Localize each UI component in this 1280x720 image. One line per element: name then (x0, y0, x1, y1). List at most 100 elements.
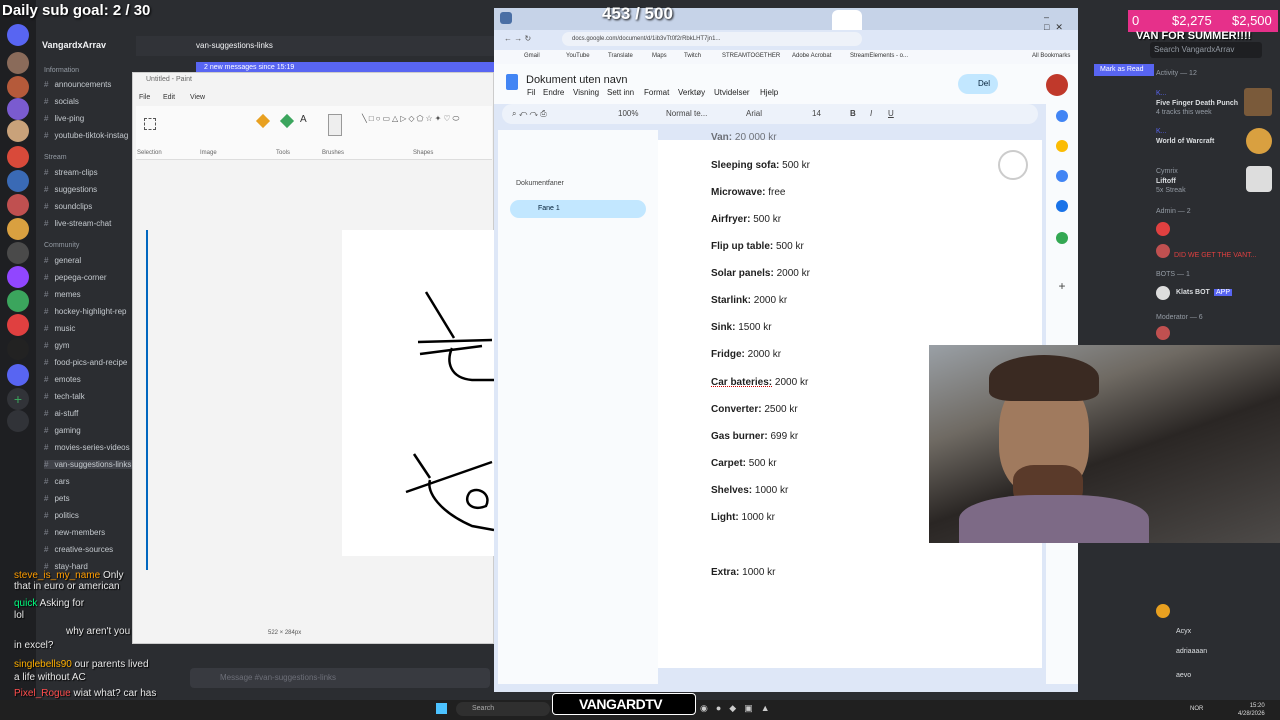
server-icon[interactable] (7, 170, 29, 192)
server-icon[interactable] (7, 338, 29, 360)
menu-visning[interactable]: Visning (573, 88, 599, 97)
channel-item[interactable]: # pepega-corner (44, 273, 107, 282)
style-select[interactable]: Normal te... (666, 109, 707, 118)
server-icon[interactable] (7, 218, 29, 240)
text-icon[interactable]: A (300, 114, 307, 125)
address-bar[interactable]: docs.google.com/document/d/1ib3vTt0f2rRb… (562, 32, 862, 46)
active-browser-tab[interactable] (832, 10, 862, 30)
channel-item[interactable]: # socials (44, 97, 79, 106)
mark-as-read-button[interactable]: Mark as Read (1094, 64, 1154, 76)
fill-icon[interactable] (279, 113, 295, 129)
channel-item[interactable]: # hockey-highlight-rep (44, 307, 127, 316)
zoom-select[interactable]: 100% (618, 109, 638, 118)
server-icon[interactable] (7, 194, 29, 216)
server-name[interactable]: VangardxArrav (42, 40, 106, 50)
server-icon[interactable] (7, 146, 29, 168)
windows-start-icon[interactable] (436, 703, 447, 714)
size-slider[interactable] (146, 230, 148, 570)
avatar[interactable] (1156, 604, 1170, 618)
shapes-icon[interactable]: ╲□○▭△▷◇⬠☆✦♡⬭ (362, 114, 459, 144)
member-name[interactable]: adriaaaan (1176, 648, 1207, 655)
bold-icon[interactable]: B (850, 109, 856, 118)
channel-item[interactable]: # gym (44, 341, 70, 350)
server-icon[interactable] (7, 76, 29, 98)
bot-avatar[interactable] (1156, 286, 1170, 300)
channel-item[interactable]: # announcements (44, 80, 111, 89)
channel-item[interactable]: # stream-clips (44, 168, 98, 177)
avatar[interactable] (1156, 244, 1170, 258)
taskbar-app-icons[interactable]: ◉●◆▣▲ (700, 703, 840, 715)
paint-menu-file[interactable]: File (139, 94, 150, 101)
message-input[interactable]: Message #van-suggestions-links (190, 668, 490, 688)
channel-item[interactable]: # new-members (44, 528, 105, 537)
bookmark-acrobat[interactable]: Adobe Acrobat (792, 53, 831, 59)
channel-item[interactable]: # ai-stuff (44, 409, 78, 418)
category-label[interactable]: Community (44, 242, 79, 249)
avatar[interactable] (1156, 222, 1170, 236)
bookmark-streamtogether[interactable]: STREAMTOGETHER (722, 53, 780, 59)
docs-icon[interactable] (506, 74, 518, 90)
italic-icon[interactable]: I (870, 109, 872, 118)
underline-icon[interactable]: U (888, 109, 894, 118)
member-name[interactable]: K... (1156, 128, 1167, 135)
server-icon[interactable] (7, 314, 29, 336)
select-icon[interactable] (144, 118, 156, 130)
member-name[interactable]: aevo (1176, 672, 1191, 679)
member-name[interactable]: Acyx (1176, 628, 1191, 635)
channel-item[interactable]: # youtube-tiktok-instag (44, 131, 128, 140)
menu-verktoy[interactable]: Verktøy (678, 88, 705, 97)
menu-utvidelser[interactable]: Utvidelser (714, 88, 750, 97)
channel-item[interactable]: # live-ping (44, 114, 84, 123)
menu-format[interactable]: Format (644, 88, 669, 97)
pencil-icon[interactable] (255, 113, 271, 129)
keep-icon[interactable] (1056, 140, 1068, 152)
bookmark-translate[interactable]: Translate (608, 53, 633, 59)
paint-canvas[interactable] (342, 230, 495, 556)
member-name[interactable]: K... (1156, 90, 1167, 97)
channel-item[interactable]: # general (44, 256, 81, 265)
server-icon[interactable] (7, 120, 29, 142)
add-icon[interactable]: + (1056, 280, 1068, 292)
search-input[interactable]: Search VangardxArrav (1150, 42, 1262, 58)
menu-endre[interactable]: Endre (543, 88, 564, 97)
font-select[interactable]: Arial (746, 109, 762, 118)
contacts-icon[interactable] (1056, 200, 1068, 212)
channel-item[interactable]: # pets (44, 494, 70, 503)
avatar[interactable] (1046, 74, 1068, 96)
member-name[interactable]: Cymrix (1156, 168, 1178, 175)
server-icon[interactable] (7, 52, 29, 74)
bookmark-maps[interactable]: Maps (652, 53, 667, 59)
channel-item[interactable]: # emotes (44, 375, 81, 384)
menu-sett-inn[interactable]: Sett inn (607, 88, 634, 97)
channel-item[interactable]: # soundclips (44, 202, 92, 211)
bookmark-gmail[interactable]: Gmail (524, 53, 540, 59)
bookmark-streamelements[interactable]: StreamElements - o... (850, 53, 908, 59)
input-language[interactable]: NOR (1190, 706, 1203, 712)
calendar-icon[interactable] (1056, 110, 1068, 122)
search-menus-icon[interactable]: ⌕ ↶ ↷ ⎙ (512, 109, 547, 119)
bot-name[interactable]: Klats BOT (1176, 289, 1210, 296)
channel-item[interactable]: # suggestions (44, 185, 97, 194)
channel-item[interactable]: # movies-series-videos (44, 443, 130, 452)
server-icon[interactable] (7, 242, 29, 264)
channel-item[interactable]: # memes (44, 290, 81, 299)
discover-icon[interactable] (7, 410, 29, 432)
twitch-server-icon[interactable] (7, 266, 29, 288)
channel-item[interactable]: # gaming (44, 426, 81, 435)
bookmark-youtube[interactable]: YouTube (566, 53, 590, 59)
channel-item[interactable]: # live-stream-chat (44, 219, 111, 228)
tasks-icon[interactable] (1056, 170, 1068, 182)
category-label[interactable]: Information (44, 67, 79, 74)
home-server-icon[interactable] (7, 24, 29, 46)
document-tab-1[interactable]: Fane 1 (510, 200, 646, 218)
maps-icon[interactable] (1056, 232, 1068, 244)
channel-item-active[interactable]: # van-suggestions-links (44, 460, 136, 469)
clock[interactable]: 15:20 4/28/2026 (1238, 702, 1265, 718)
menu-fil[interactable]: Fil (527, 88, 535, 97)
channel-item[interactable]: # food-pics-and-recipe (44, 358, 127, 367)
bookmark-all[interactable]: All Bookmarks (1032, 53, 1070, 59)
server-icon[interactable] (7, 290, 29, 312)
category-label[interactable]: Stream (44, 154, 67, 161)
avatar[interactable] (1156, 326, 1170, 340)
window-controls[interactable]: –□✕ (1044, 12, 1074, 32)
